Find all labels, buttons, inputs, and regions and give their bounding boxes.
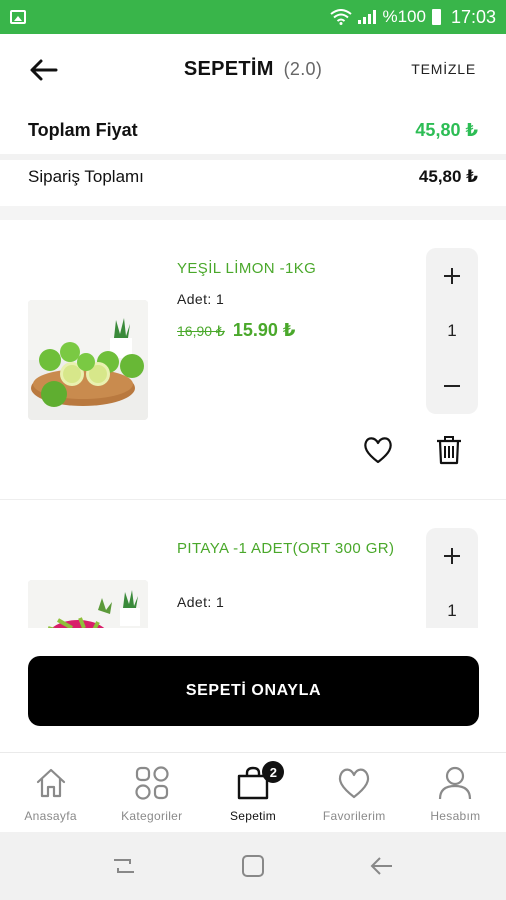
- product-quantity: Adet: 1: [177, 594, 225, 610]
- decrement-button[interactable]: [432, 366, 472, 406]
- order-total-value: 45,80 ₺: [418, 167, 478, 186]
- product-name[interactable]: YEŞİL LİMON -1KG: [177, 258, 402, 280]
- nav-item-account[interactable]: Hesabım: [405, 753, 506, 832]
- trash-icon[interactable]: [436, 435, 462, 465]
- minus-icon: [444, 385, 460, 387]
- cart-badge: 2: [262, 761, 285, 783]
- pitaya-product-photo-icon: [28, 580, 148, 628]
- user-icon: [439, 766, 472, 800]
- status-indicators: %100 17:03: [330, 7, 496, 28]
- signal-icon: [358, 10, 377, 24]
- lime-product-photo-icon: [28, 300, 148, 420]
- heart-icon[interactable]: [362, 435, 394, 465]
- nav-label: Favorilerim: [322, 809, 386, 823]
- cart-item: YEŞİL LİMON -1KG Adet: 1 16,90 ₺ 15.90 ₺…: [0, 220, 506, 500]
- grid-icon: [135, 766, 169, 800]
- old-price: 16,90 ₺: [177, 323, 225, 339]
- plus-icon: [444, 268, 460, 284]
- increment-button[interactable]: [432, 536, 472, 576]
- total-price-row: Toplam Fiyat 45,80 ₺: [0, 106, 506, 160]
- product-image[interactable]: [28, 580, 148, 628]
- price-row: 16,90 ₺ 15.90 ₺: [177, 320, 295, 341]
- new-price: 15.90 ₺: [232, 320, 296, 340]
- status-bar: %100 17:03: [0, 0, 506, 34]
- battery-percent: %100: [382, 7, 426, 26]
- nav-label: Hesabım: [430, 809, 481, 823]
- confirm-section: SEPETİ ONAYLA: [0, 628, 506, 752]
- product-image[interactable]: [28, 300, 148, 420]
- cart-item: PITAYA -1 ADET(ORT 300 GR) Adet: 1 1: [0, 500, 506, 628]
- clock: 17:03: [450, 6, 496, 27]
- totals-section: Toplam Fiyat 45,80 ₺ Sipariş Toplamı 45,…: [0, 106, 506, 200]
- total-price-label: Toplam Fiyat: [28, 119, 138, 140]
- clear-cart-button[interactable]: TEMİZLE: [411, 61, 476, 77]
- heart-icon: [339, 768, 370, 799]
- product-name[interactable]: PITAYA -1 ADET(ORT 300 GR): [177, 538, 402, 560]
- recent-apps-icon[interactable]: [110, 852, 138, 880]
- quantity-stepper: 1: [426, 528, 478, 628]
- order-total-label: Sipariş Toplamı: [28, 167, 144, 186]
- nav-item-categories[interactable]: Kategoriler: [101, 753, 202, 832]
- system-nav-bar: [0, 832, 506, 900]
- page-title-text: SEPETİM: [183, 58, 274, 80]
- order-total-row: Sipariş Toplamı 45,80 ₺: [0, 154, 506, 200]
- header: SEPETİM (2.0) TEMİZLE: [0, 34, 506, 106]
- nav-label: Sepetim: [229, 809, 277, 823]
- battery-icon: [431, 9, 441, 25]
- nav-item-home[interactable]: Anasayfa: [0, 753, 101, 832]
- wifi-icon: [330, 9, 353, 25]
- nav-item-favorites[interactable]: Favorilerim: [304, 753, 405, 832]
- quantity-stepper: 1: [426, 248, 478, 414]
- home-button-icon[interactable]: [239, 852, 267, 880]
- cart-list[interactable]: YEŞİL LİMON -1KG Adet: 1 16,90 ₺ 15.90 ₺…: [0, 220, 506, 628]
- quantity-value: 1: [447, 601, 457, 620]
- bottom-nav: Anasayfa Kategoriler 2 Sepetim Favoriler…: [0, 752, 506, 832]
- nav-item-cart[interactable]: 2 Sepetim: [202, 753, 303, 832]
- quantity-value: 1: [447, 321, 457, 340]
- plus-icon: [444, 548, 460, 564]
- confirm-cart-button[interactable]: SEPETİ ONAYLA: [28, 656, 479, 726]
- section-divider: [0, 206, 506, 220]
- gallery-notification-icon: [10, 10, 26, 24]
- increment-button[interactable]: [432, 256, 472, 296]
- nav-label: Anasayfa: [24, 809, 77, 823]
- product-quantity: Adet: 1: [177, 291, 225, 307]
- total-price-value: 45,80 ₺: [415, 119, 478, 140]
- cart-count: (2.0): [283, 59, 323, 79]
- home-icon: [36, 768, 65, 798]
- nav-label: Kategoriler: [121, 809, 183, 823]
- back-button-icon[interactable]: [368, 852, 396, 880]
